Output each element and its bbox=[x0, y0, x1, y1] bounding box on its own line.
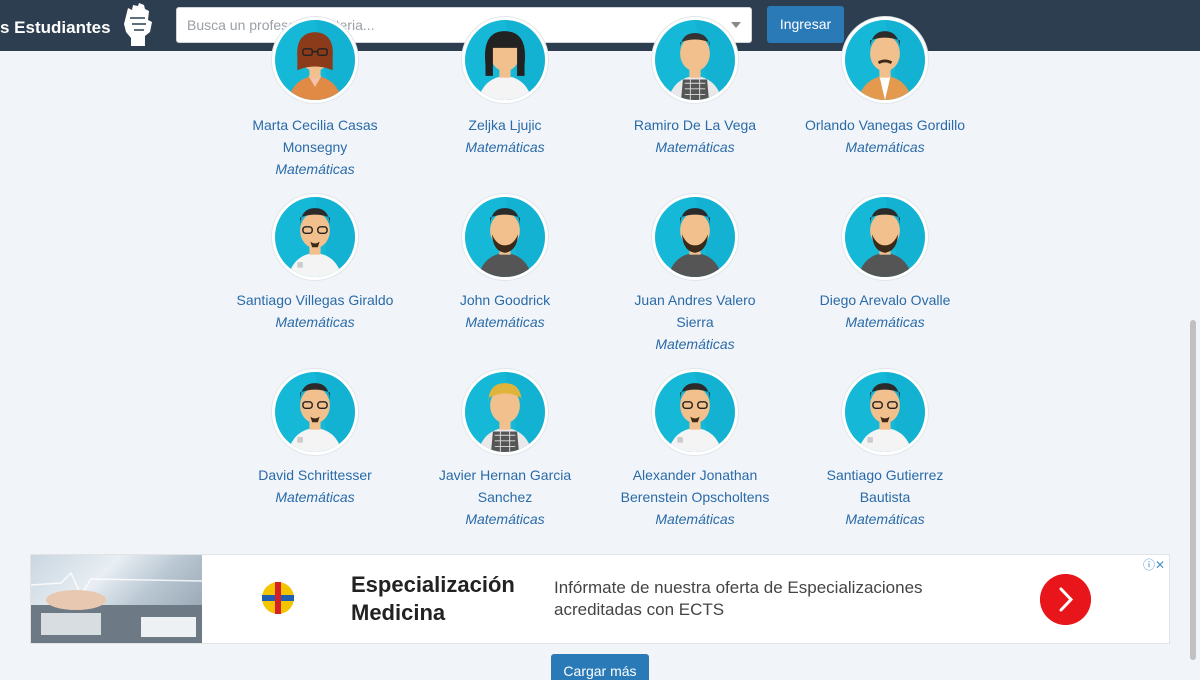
teacher-avatar[interactable] bbox=[842, 17, 928, 103]
teacher-name[interactable]: Javier Hernan Garcia bbox=[410, 464, 600, 486]
teacher-subject[interactable]: Matemáticas bbox=[220, 158, 410, 180]
teacher-subject[interactable]: Matemáticas bbox=[790, 508, 980, 530]
teacher-name[interactable]: Orlando Vanegas Gordillo bbox=[790, 114, 980, 136]
ad-title-line[interactable]: Especialización bbox=[351, 571, 551, 599]
ad-title[interactable]: Especialización Medicina bbox=[351, 571, 551, 627]
scrollbar-thumb[interactable] bbox=[1190, 320, 1196, 660]
teacher-name[interactable]: Ramiro De La Vega bbox=[600, 114, 790, 136]
teacher-avatar[interactable] bbox=[842, 369, 928, 455]
teacher-subject[interactable]: Matemáticas bbox=[600, 136, 790, 158]
teacher-avatar[interactable] bbox=[652, 369, 738, 455]
teacher-subject[interactable]: Matemáticas bbox=[600, 508, 790, 530]
teacher-subject[interactable]: Matemáticas bbox=[410, 508, 600, 530]
search-input[interactable] bbox=[187, 8, 717, 42]
teacher-subject[interactable]: Matemáticas bbox=[410, 311, 600, 333]
teacher-name[interactable]: Sanchez bbox=[410, 486, 600, 508]
ad-description[interactable]: Infórmate de nuestra oferta de Especiali… bbox=[554, 577, 974, 621]
teacher-subject[interactable]: Matemáticas bbox=[600, 333, 790, 355]
teacher-avatar[interactable] bbox=[272, 17, 358, 103]
load-more-button[interactable]: Cargar más bbox=[551, 654, 649, 680]
fist-logo-icon[interactable] bbox=[118, 2, 156, 48]
teacher-name[interactable]: David Schrittesser bbox=[220, 464, 410, 486]
teacher-avatar[interactable] bbox=[272, 194, 358, 280]
university-logo-icon bbox=[262, 582, 294, 614]
teacher-avatar[interactable] bbox=[652, 17, 738, 103]
teacher-avatar[interactable] bbox=[462, 17, 548, 103]
teacher-name[interactable]: Zeljka Ljujic bbox=[410, 114, 600, 136]
teacher-subject[interactable]: Matemáticas bbox=[790, 136, 980, 158]
teacher-subject[interactable]: Matemáticas bbox=[220, 486, 410, 508]
ad-title-line[interactable]: Medicina bbox=[351, 599, 551, 627]
teacher-name[interactable]: John Goodrick bbox=[410, 289, 600, 311]
ad-image[interactable] bbox=[31, 555, 202, 643]
ad-text-line[interactable]: acreditadas con ECTS bbox=[554, 599, 974, 621]
teacher-name[interactable]: Berenstein Opscholtens bbox=[600, 486, 790, 508]
teacher-avatar[interactable] bbox=[272, 369, 358, 455]
ad-next-arrow-icon[interactable] bbox=[1040, 574, 1091, 625]
teacher-name[interactable]: Juan Andres Valero bbox=[600, 289, 790, 311]
teacher-name[interactable]: Santiago Gutierrez bbox=[790, 464, 980, 486]
ad-text-line[interactable]: Infórmate de nuestra oferta de Especiali… bbox=[554, 577, 974, 599]
teacher-name[interactable]: Alexander Jonathan bbox=[600, 464, 790, 486]
teacher-name[interactable]: Bautista bbox=[790, 486, 980, 508]
teacher-avatar[interactable] bbox=[652, 194, 738, 280]
teacher-subject[interactable]: Matemáticas bbox=[410, 136, 600, 158]
teacher-name[interactable]: Diego Arevalo Ovalle bbox=[790, 289, 980, 311]
teacher-name[interactable]: Marta Cecilia Casas bbox=[220, 114, 410, 136]
teacher-avatar[interactable] bbox=[842, 194, 928, 280]
login-button[interactable]: Ingresar bbox=[767, 6, 844, 43]
teacher-name[interactable]: Santiago Villegas Giraldo bbox=[220, 289, 410, 311]
teacher-name[interactable]: Sierra bbox=[600, 311, 790, 333]
teacher-subject[interactable]: Matemáticas bbox=[790, 311, 980, 333]
ad-banner[interactable]: Especialización Medicina Infórmate de nu… bbox=[30, 554, 1170, 644]
brand-title[interactable]: s Estudiantes bbox=[0, 18, 111, 38]
teacher-avatar[interactable] bbox=[462, 194, 548, 280]
teacher-name[interactable]: Monsegny bbox=[220, 136, 410, 158]
chevron-down-icon[interactable] bbox=[731, 22, 741, 28]
ad-choices-icon[interactable]: ⓘ✕ bbox=[1143, 556, 1165, 573]
teacher-avatar[interactable] bbox=[462, 369, 548, 455]
teacher-subject[interactable]: Matemáticas bbox=[220, 311, 410, 333]
top-navbar: s Estudiantes Ingresar bbox=[0, 0, 1200, 51]
